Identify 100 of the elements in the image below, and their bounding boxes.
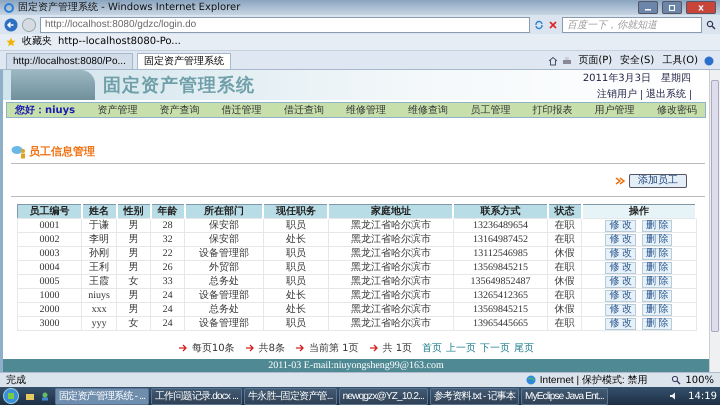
folder-icon[interactable] — [25, 391, 35, 401]
scrollbar[interactable] — [709, 70, 720, 372]
edit-button[interactable]: 修 改 — [605, 304, 636, 316]
close-icon[interactable] — [548, 20, 558, 30]
command-menu[interactable]: 安全(S) — [618, 53, 656, 69]
delete-button[interactable]: 删 除 — [642, 276, 672, 288]
edit-button[interactable]: 修 改 — [605, 262, 636, 274]
maximize-button[interactable] — [662, 1, 682, 14]
pager-link[interactable]: 上一页 — [446, 341, 476, 355]
table-cell: 休假 — [548, 302, 582, 316]
command-menu[interactable]: 页面(P) — [576, 53, 614, 69]
table-cell: 在职 — [548, 288, 582, 302]
table-cell: 在职 — [548, 218, 582, 232]
pager-link[interactable]: 下一页 — [480, 341, 510, 355]
table-cell: 保安部 — [184, 218, 264, 232]
browser-tab[interactable]: 固定资产管理系统 — [136, 53, 231, 69]
pager-link[interactable]: 首页 — [422, 341, 442, 355]
pager-link[interactable]: 尾页 — [514, 341, 534, 355]
command-menu[interactable]: 工具(O) — [660, 53, 700, 69]
add-employee-button[interactable]: 添加员工 — [629, 174, 687, 188]
table-cell: 13569845215 — [453, 302, 548, 316]
nav-link[interactable]: 资产查询 — [159, 103, 200, 117]
pager-info: 当前第 1页 — [309, 342, 359, 355]
delete-button[interactable]: 删 除 — [642, 318, 672, 330]
printer-icon[interactable] — [562, 56, 572, 66]
edit-button[interactable]: 修 改 — [605, 220, 636, 232]
table-cell: 1000 — [18, 288, 82, 302]
taskbar-app-button[interactable]: newqgzx@YZ_10.2... — [338, 388, 428, 404]
table-cell: 职员 — [263, 260, 328, 274]
close-button[interactable] — [686, 1, 716, 14]
nav-link[interactable]: 修改密码 — [656, 103, 697, 117]
table-cell: 设备管理部 — [184, 316, 264, 330]
home-icon[interactable] — [548, 56, 558, 66]
zoom-level[interactable]: 100% — [685, 374, 714, 386]
minimize-button[interactable] — [638, 1, 658, 14]
nav-link[interactable]: 打印报表 — [532, 103, 573, 117]
address-field[interactable]: http://localhost:8080/gdzc/login.do — [40, 16, 530, 32]
taskbar-app-button[interactable]: 牛永胜--固定资产管... — [244, 388, 337, 404]
table-cell: 黑龙江省哈尔滨市 — [328, 302, 454, 316]
header-link[interactable]: 退出系统 — [642, 90, 691, 100]
table-cell: 处长 — [263, 302, 328, 316]
taskbar-app-button[interactable]: 参考资料.txt - 记事本 — [430, 388, 520, 404]
delete-button[interactable]: 删 除 — [642, 234, 672, 246]
people-chat-icon — [11, 145, 27, 159]
start-button[interactable] — [3, 388, 19, 404]
header-link[interactable]: 注销用户 — [593, 90, 642, 100]
refresh-icon[interactable] — [534, 20, 544, 30]
nav-link[interactable]: 资产管理 — [97, 103, 138, 117]
table-cell: 总务处 — [184, 274, 264, 288]
table-cell: 男 — [116, 246, 151, 260]
table-cell: 李明 — [82, 232, 117, 246]
table-cell: 王利 — [82, 260, 117, 274]
magnifier-icon[interactable] — [671, 375, 682, 385]
table-cell: 13236489654 — [453, 218, 548, 232]
delete-button[interactable]: 删 除 — [642, 304, 672, 316]
date-text: 2011年3月3日 — [582, 72, 651, 84]
table-cell: 135649852487 — [453, 274, 548, 288]
edit-button[interactable]: 修 改 — [605, 318, 636, 330]
table-cell: 24 — [150, 288, 185, 302]
column-header: 操作 — [582, 204, 696, 218]
table-cell: 男 — [116, 260, 151, 274]
edit-button[interactable]: 修 改 — [605, 234, 636, 246]
table-cell: 0001 — [18, 218, 82, 232]
nav-link[interactable]: 维修查询 — [408, 103, 448, 117]
table-cell: 处长 — [263, 232, 328, 246]
delete-button[interactable]: 删 除 — [642, 290, 672, 302]
edit-button[interactable]: 修 改 — [605, 290, 636, 302]
edit-button[interactable]: 修 改 — [605, 248, 636, 260]
table-cell: 女 — [116, 274, 151, 288]
table-cell: 职员 — [263, 274, 328, 288]
table-cell: 24 — [150, 302, 185, 316]
delete-button[interactable]: 删 除 — [642, 262, 672, 274]
taskbar-app-button[interactable]: MyEclipse Java Ent... — [521, 388, 608, 404]
column-header: 家庭地址 — [328, 204, 454, 218]
nav-link[interactable]: 维修管理 — [346, 103, 386, 117]
delete-button[interactable]: 删 除 — [642, 248, 672, 260]
edit-button[interactable]: 修 改 — [605, 276, 636, 288]
table-cell: 外贸部 — [184, 260, 264, 274]
nav-link[interactable]: 员工管理 — [470, 103, 510, 117]
browser-tab[interactable]: http://localhost:8080/Po... — [6, 53, 133, 69]
delete-button[interactable]: 删 除 — [642, 220, 672, 232]
people-icon[interactable] — [40, 391, 50, 401]
table-cell: 孙刚 — [82, 246, 117, 260]
favorites-button[interactable]: 收藏夹 — [22, 36, 52, 48]
arrow-icon — [368, 344, 379, 352]
favorite-link[interactable]: http--localhost8080-Po... — [58, 36, 181, 48]
column-header: 性别 — [116, 204, 151, 218]
pager-info: 共8条 — [258, 342, 285, 355]
table-cell: 于谦 — [82, 218, 117, 232]
arrow-icon — [178, 344, 188, 352]
nav-link[interactable]: 用户管理 — [594, 103, 635, 117]
table-cell: 0005 — [18, 274, 82, 288]
table-cell: 13569845215 — [453, 260, 548, 274]
back-button[interactable] — [4, 18, 18, 32]
nav-link[interactable]: 借迁管理 — [222, 103, 262, 117]
table-cell: 0002 — [18, 232, 82, 246]
search-icon[interactable] — [706, 20, 716, 30]
taskbar-app-button[interactable]: 工作问题记录.docx ... — [151, 388, 242, 404]
table-cell: 3000 — [18, 316, 82, 330]
nav-link[interactable]: 借迁查询 — [284, 103, 324, 117]
